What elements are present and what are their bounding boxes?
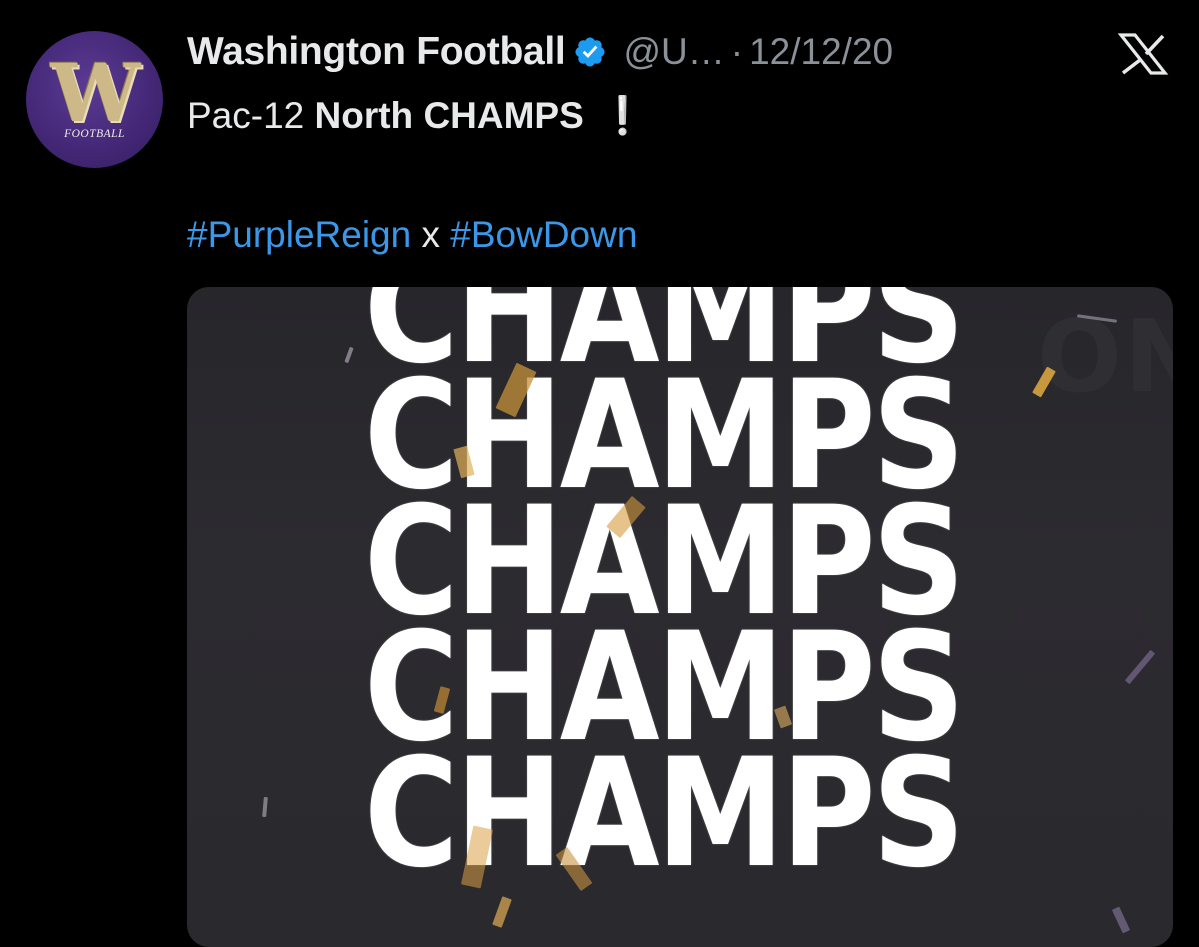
tweet-media[interactable]: ONS CHAMPS CHAMPS CHAMPS CHAMPS CHAMPS <box>187 287 1173 947</box>
avatar-w-logo: W <box>50 46 141 140</box>
confetti-piece <box>344 346 354 364</box>
tweet-card[interactable]: W FOOTBALL Washington Football @U… · 12/… <box>0 0 1199 947</box>
x-logo-icon[interactable] <box>1117 33 1169 75</box>
confetti-piece <box>1111 906 1131 934</box>
hashtag-line: #PurpleReign x #BowDown <box>187 207 637 263</box>
verified-badge-icon <box>575 37 605 67</box>
display-name[interactable]: Washington Football <box>187 30 566 74</box>
confetti-piece <box>1124 649 1156 685</box>
tweet-date[interactable]: 12/12/20 <box>749 31 893 73</box>
hashtag-purplereign[interactable]: #PurpleReign <box>187 214 411 255</box>
background-ghost-text: ONS <box>1037 298 1173 415</box>
avatar-subtext: FOOTBALL <box>64 128 125 140</box>
separator-dot: · <box>730 31 744 72</box>
hashtag-joiner: x <box>421 214 441 255</box>
tweet-text-plain: Pac-12 <box>187 95 315 136</box>
tweet-header: Washington Football @U… · 12/12/20 <box>187 24 893 80</box>
tweet-text-line: Pac-12 North CHAMPS ❕ <box>187 88 646 144</box>
champs-word: CHAMPS <box>364 727 965 901</box>
hashtag-bowdown[interactable]: #BowDown <box>450 214 637 255</box>
exclamation-emoji: ❕ <box>599 95 646 136</box>
handle[interactable]: @U… <box>623 31 724 73</box>
champs-stack: CHAMPS CHAMPS CHAMPS CHAMPS CHAMPS <box>364 287 1004 901</box>
tweet-text-bold: North CHAMPS <box>314 95 584 136</box>
confetti-piece <box>262 796 268 818</box>
avatar[interactable]: W FOOTBALL <box>26 31 163 168</box>
